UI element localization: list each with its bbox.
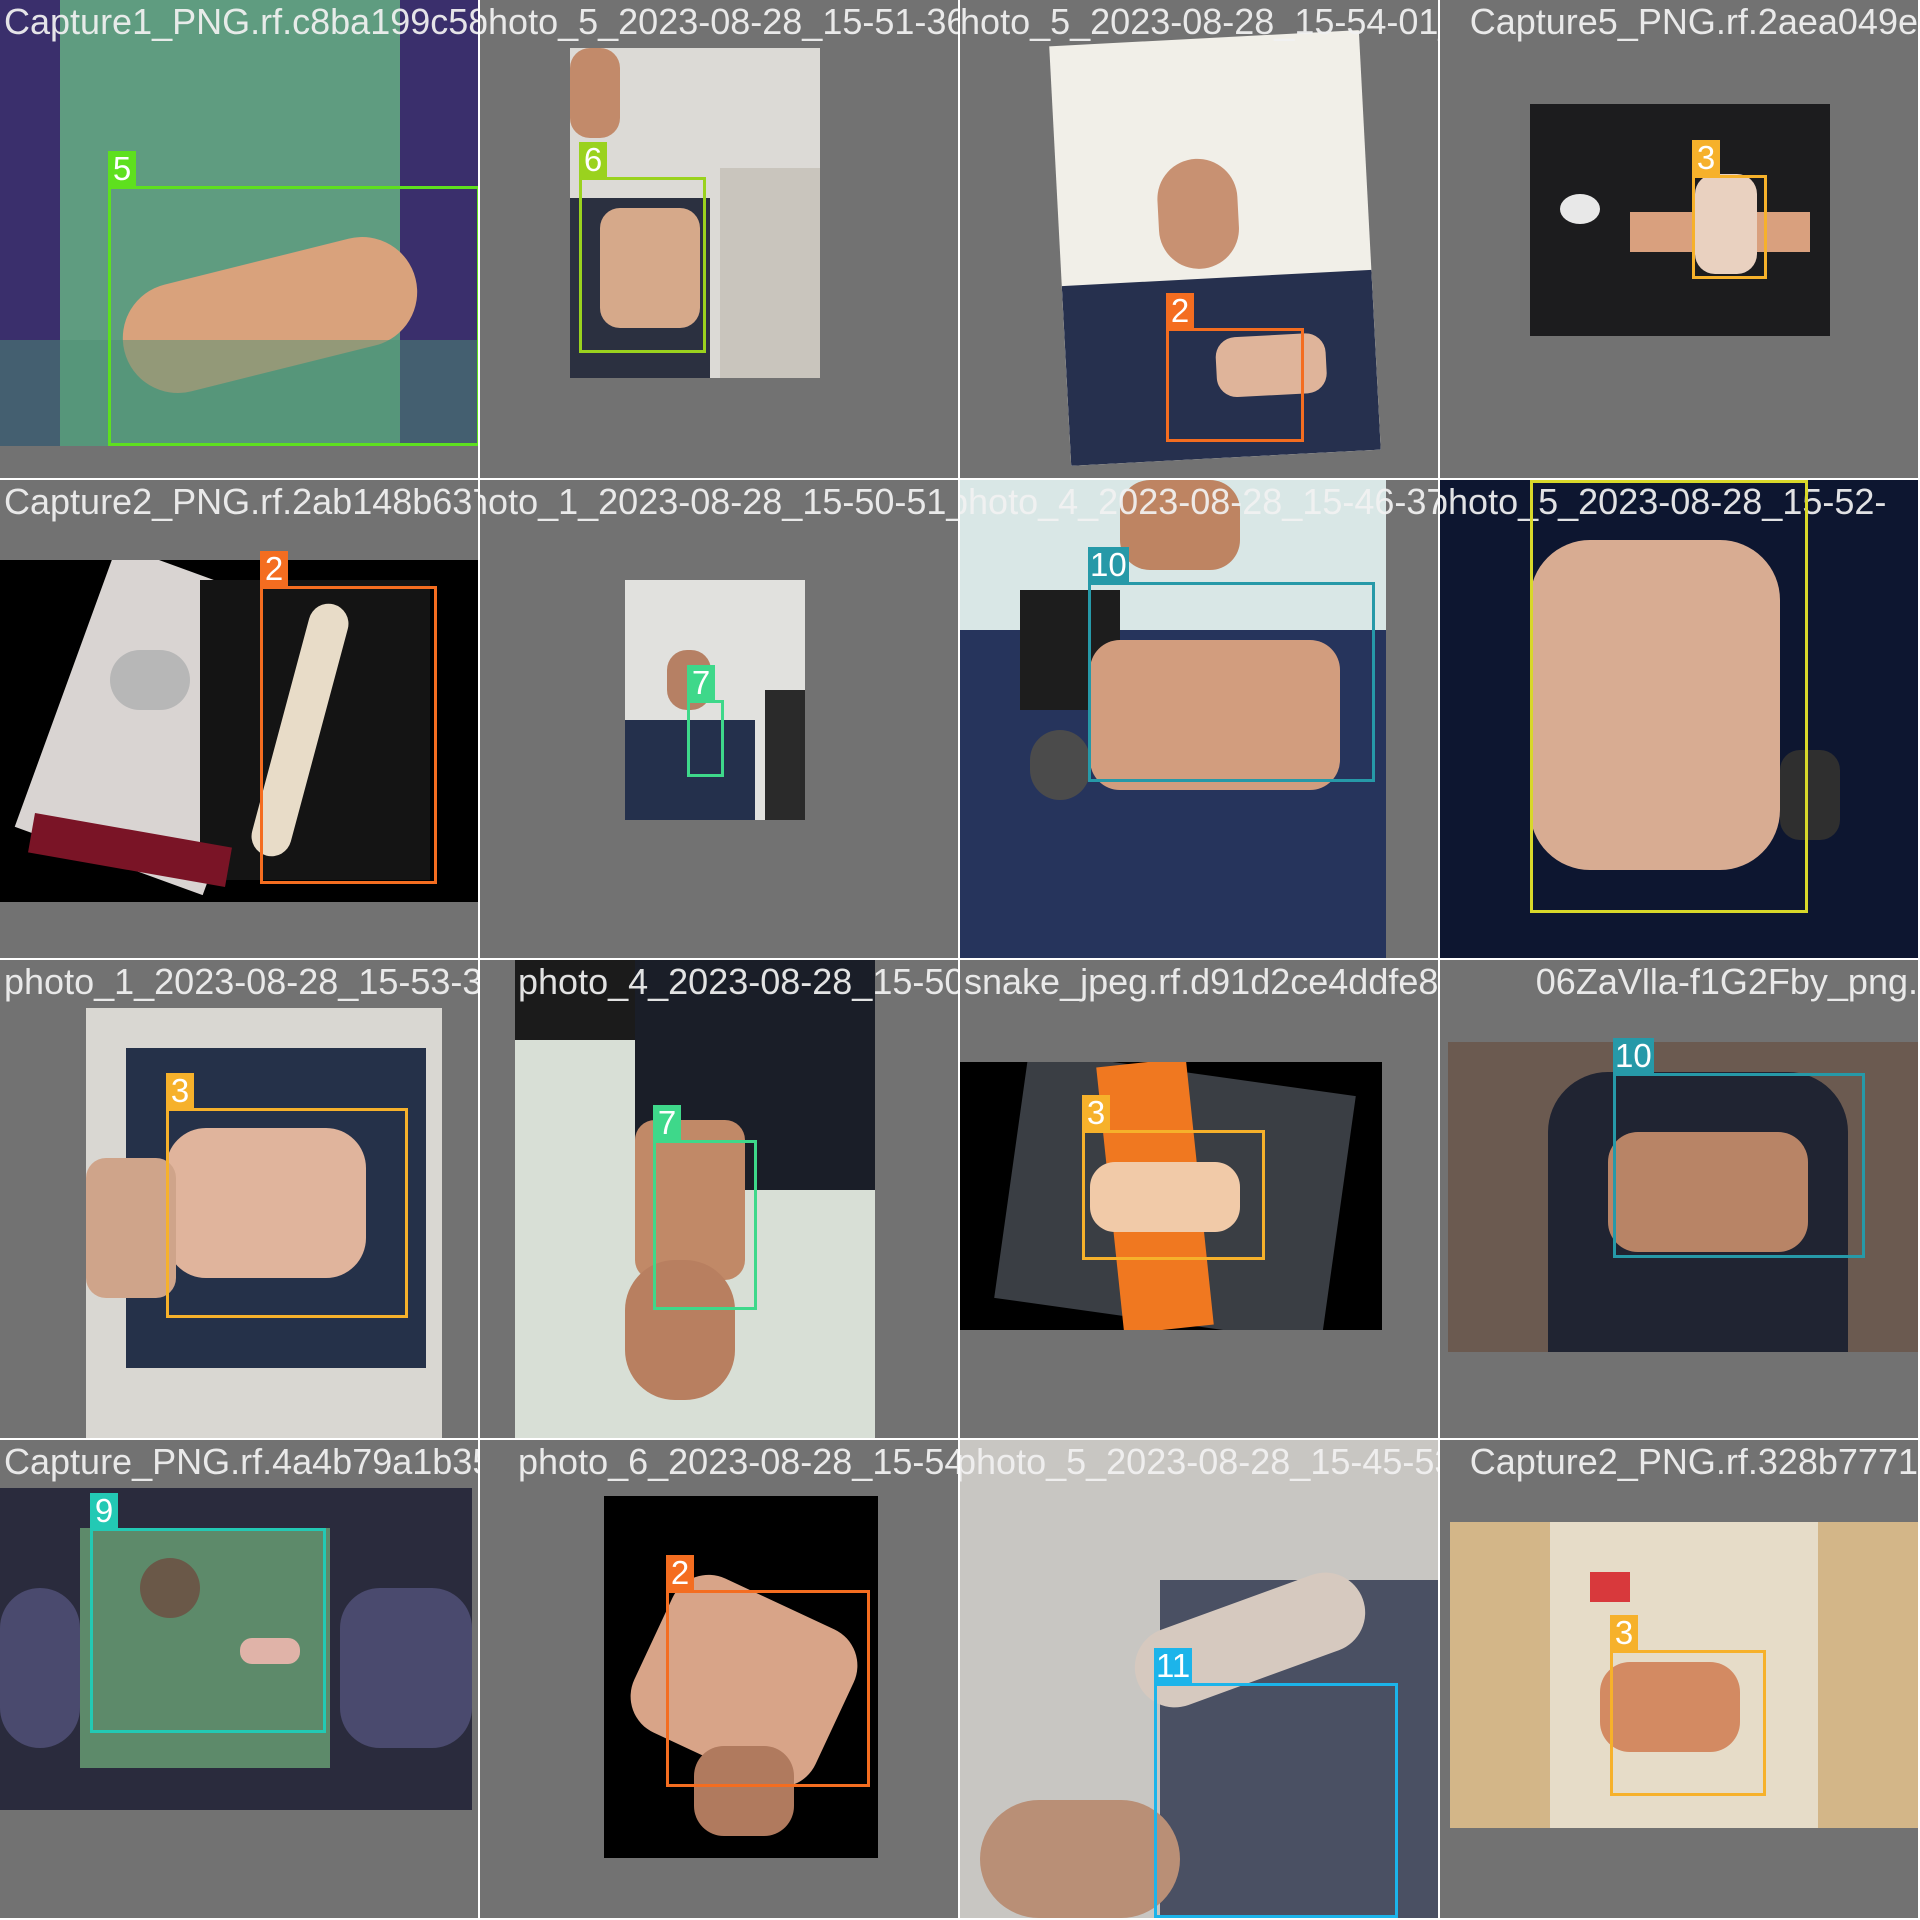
mosaic-tile[interactable]: 7 photo_1_2023-08-28_15-50-51_jpg.rf.4c5… [480,480,958,958]
mosaic-tile[interactable]: 2 photo_5_2023-08-28_15-54-01_jpg.rf.b8b… [960,0,1438,478]
detection-box: 5 [108,151,478,446]
detection-box: 4 [1530,480,1808,913]
detection-box: 3 [1610,1615,1766,1796]
tile-filename: snake_jpeg.rf.d91d2ce4ddfe8d047d7477ca9f… [964,961,1438,1002]
tile-filename: Capture2_PNG.rf.2ab148b63770a26278239e26 [4,481,478,522]
detection-label: 2 [666,1555,694,1591]
tile-filename: photo_5_2023-08-28_15-54-01_jpg.rf.b8bd0… [960,1,1438,42]
tile-filename: photo_5_2023-08-28_15-45-53_jpg.rf.553 [960,1441,1438,1482]
mosaic-tile[interactable]: 6 photo_5_2023-08-28_15-51-36_jpg.rf.807… [480,0,958,478]
tile-filename: photo_4_2023-08-28_15-50-51_jpg.rf.9af91 [518,961,958,1002]
detection-label: 10 [1613,1037,1654,1074]
tile-filename: Capture1_PNG.rf.c8ba199c5848806c2029f01 [4,1,478,42]
tile-filename: 06ZaVlla-f1G2Fby_png. [1535,961,1918,1002]
detection-label: 7 [687,665,715,701]
detection-box: 2 [260,551,437,884]
mosaic-tile[interactable]: 10 06ZaVlla-f1G2Fby_png. [1440,960,1918,1438]
detection-label: 3 [1692,140,1720,176]
detection-box: 9 [90,1493,326,1733]
tile-filename: photo_5_2023-08-28_15-51-36_jpg.rf.8072a [480,1,958,42]
mosaic-tile[interactable]: 10 photo_4_2023-08-28_15-46-37_jpg.rf.60… [960,480,1438,958]
detection-box: 7 [653,1105,757,1310]
detection-label: 2 [1166,293,1194,329]
detection-label: 7 [653,1105,681,1141]
tile-filename: Capture2_PNG.rf.328b7771 [1469,1441,1918,1482]
detection-box: 3 [1082,1095,1265,1260]
mosaic-tile[interactable]: 3 photo_1_2023-08-28_15-53-36_jpg.rf.692… [0,960,478,1438]
detection-label: 3 [1082,1095,1110,1131]
detection-box: 3 [166,1073,408,1318]
mosaic-tile[interactable]: 3 snake_jpeg.rf.d91d2ce4ddfe8d047d7477ca… [960,960,1438,1438]
mosaic-tile[interactable]: 2 photo_6_2023-08-28_15-54-01_jpg.rf.282… [480,1440,958,1918]
tile-filename: photo_1_2023-08-28_15-50-51_jpg.rf.4c560… [480,481,958,522]
tile-photo [1530,104,1830,336]
detection-label: 3 [1610,1615,1638,1651]
mosaic-tile[interactable]: 11 photo_5_2023-08-28_15-45-53_jpg.rf.55… [960,1440,1438,1918]
detection-box: 11 [1154,1648,1398,1918]
tile-filename: Capture5_PNG.rf.2aea049e [1469,1,1918,42]
mosaic-tile[interactable]: 2 Capture2_PNG.rf.2ab148b63770a26278239e… [0,480,478,958]
detection-box: 10 [1613,1038,1865,1258]
tile-filename: photo_1_2023-08-28_15-53-36_jpg.rf.69230 [4,961,478,1002]
mosaic-tile[interactable]: 9 Capture_PNG.rf.4a4b79a1b35c162452e3d87… [0,1440,478,1918]
mosaic-tile[interactable]: 3 Capture2_PNG.rf.328b7771 [1440,1440,1918,1918]
detection-box: 2 [666,1555,870,1787]
mosaic-tile[interactable]: 5 Capture1_PNG.rf.c8ba199c5848806c2029f0… [0,0,478,478]
detection-mosaic: 5 Capture1_PNG.rf.c8ba199c5848806c2029f0… [0,0,1920,1920]
detection-box: 3 [1692,140,1767,279]
mosaic-tile[interactable]: 4 photo_5_2023-08-28_15-52- [1440,480,1918,958]
detection-label: 10 [1088,546,1129,583]
detection-box: 2 [1166,293,1304,442]
detection-box: 7 [687,665,724,777]
detection-label: 6 [579,142,607,178]
tile-filename: Capture_PNG.rf.4a4b79a1b35c162452e3d872 [4,1441,478,1482]
mosaic-tile[interactable]: 7 photo_4_2023-08-28_15-50-51_jpg.rf.9af… [480,960,958,1438]
detection-box: 10 [1088,547,1375,782]
detection-label: 11 [1154,1647,1193,1684]
detection-label: 4 [1530,480,1558,481]
tile-filename: photo_6_2023-08-28_15-54-01_jpg.rf.2821 [518,1441,958,1482]
mosaic-tile[interactable]: 3 Capture5_PNG.rf.2aea049e [1440,0,1918,478]
detection-label: 9 [90,1493,118,1529]
detection-label: 5 [108,151,136,187]
detection-label: 2 [260,551,288,587]
detection-label: 3 [166,1073,194,1109]
tile-filename: photo_4_2023-08-28_15-46-37_jpg.rf.60238 [960,481,1438,522]
detection-box: 6 [579,142,706,353]
